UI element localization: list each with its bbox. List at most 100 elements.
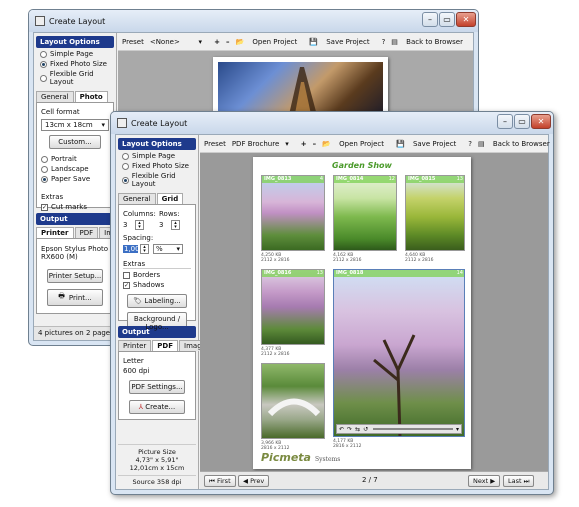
photo-thumbnail-selected[interactable]: IMG_0818 14 ↶ ↷ ⇆ ↺ ▾ (333, 269, 465, 437)
open-project-button[interactable]: 📂 Open Project (235, 38, 303, 46)
radio-landscape[interactable]: Landscape (41, 165, 109, 173)
radio-selected-icon (41, 175, 48, 183)
tab-printer[interactable]: Printer (118, 340, 152, 351)
rows-stepper[interactable]: ▴ ▾ (171, 220, 180, 230)
tab-general[interactable]: General (36, 91, 74, 102)
custom-button[interactable]: Custom... (49, 135, 101, 149)
page-title: Garden Show (332, 161, 392, 170)
radio-fixed-photo-size[interactable]: Fixed Photo Size (122, 162, 198, 170)
chevron-down-icon[interactable]: ▾ (456, 426, 459, 433)
photo-number: 13 (316, 270, 323, 276)
photo-edit-toolbar: ↶ ↷ ⇆ ↺ ▾ (336, 424, 462, 434)
preset-select[interactable]: PDF Brochure ▾ (232, 140, 295, 148)
next-page-button[interactable]: Next ▶ (468, 475, 501, 487)
last-page-icon: ⏭ (523, 477, 530, 485)
tab-general[interactable]: General (118, 193, 156, 204)
borders-checkbox[interactable]: Borders (123, 271, 191, 279)
picture-size-cm: 12,01cm x 15cm (129, 464, 185, 472)
radio-flexible-grid[interactable]: Flexible Grid Layout (122, 172, 198, 188)
cell-format-select[interactable]: 13cm x 18cm ▾ (41, 119, 109, 131)
radio-simple-page[interactable]: Simple Page (122, 152, 198, 160)
radio-icon (122, 152, 129, 160)
preset-select[interactable]: <None> ▾ (150, 38, 208, 46)
front-window-titlebar[interactable]: Create Layout – ▭ ✕ (111, 112, 553, 134)
photo-info: 4,177 KB 2816 x 2112 (333, 439, 362, 449)
spacing-unit-select[interactable]: % ▾ (153, 244, 183, 254)
save-icon: 💾 (309, 37, 318, 46)
add-preset-icon[interactable]: + (301, 140, 307, 148)
radio-fixed-photo-size[interactable]: Fixed Photo Size (40, 60, 116, 68)
back-window-title: Create Layout (49, 16, 106, 26)
maximize-button[interactable]: ▭ (514, 114, 530, 129)
tab-pdf[interactable]: PDF (152, 340, 179, 351)
tab-pdf[interactable]: PDF (74, 227, 99, 238)
label-icon: 🏷 (133, 297, 143, 305)
rotate-left-icon[interactable]: ↶ (339, 426, 344, 433)
photo-thumbnail[interactable]: IMG_0813 4 (261, 175, 325, 251)
picture-size-label: Picture Size (138, 448, 176, 456)
printer-setup-button[interactable]: Printer Setup... (47, 269, 103, 283)
photo-thumbnail[interactable]: IMG_0814 12 (333, 175, 397, 251)
remove-preset-icon[interactable]: – (226, 38, 230, 46)
radio-portrait[interactable]: Portrait (41, 155, 109, 163)
back-to-browser-button[interactable]: ▤ Back to Browser (391, 38, 469, 46)
add-preset-icon[interactable]: + (214, 38, 220, 46)
photo-thumbnail[interactable] (261, 363, 325, 439)
back-to-browser-button[interactable]: ▤ Back to Browser (478, 140, 553, 148)
columns-stepper[interactable]: ▴ ▾ (135, 220, 144, 230)
create-button[interactable]: ⅄ Create... (129, 400, 185, 414)
labeling-button[interactable]: 🏷 Labeling... (127, 294, 187, 308)
page-navigation-bar: ⏮ First ◀ Prev 2 / 7 Next ▶ Last ⏭ (200, 471, 548, 489)
help-icon[interactable]: ? (382, 38, 386, 46)
print-button[interactable]: 🖶 Print... (47, 289, 103, 306)
photo-label: IMG_0814 (334, 176, 396, 183)
remove-preset-icon[interactable]: – (313, 140, 317, 148)
close-button[interactable]: ✕ (531, 114, 551, 129)
app-icon (117, 118, 127, 128)
minimize-button[interactable]: – (422, 12, 438, 27)
photo-thumbnail[interactable]: IMG_0815 13 (405, 175, 465, 251)
first-page-icon: ⏮ (209, 477, 215, 485)
shadows-checkbox[interactable]: ✓ Shadows (123, 281, 191, 289)
undo-icon[interactable]: ↺ (363, 426, 368, 433)
zoom-slider[interactable] (373, 428, 453, 430)
open-project-button[interactable]: 📂 Open Project (322, 140, 390, 148)
picture-size-info: Picture Size 4,73" x 5,91" 12,01cm x 15c… (118, 444, 196, 486)
tab-printer[interactable]: Printer (36, 227, 74, 238)
pdf-icon: ⅄ (138, 403, 144, 411)
close-button[interactable]: ✕ (456, 12, 476, 27)
rows-input[interactable]: 3 (159, 221, 171, 229)
radio-flexible-grid[interactable]: Flexible Grid Layout (40, 70, 116, 86)
layout-options-heading: Layout Options (36, 36, 114, 48)
tab-photo[interactable]: Photo (74, 91, 108, 102)
last-page-button[interactable]: Last ⏭ (503, 475, 535, 487)
radio-paper-save[interactable]: Paper Save (41, 175, 109, 183)
first-page-button[interactable]: ⏮ First (204, 475, 236, 487)
cut-marks-checkbox[interactable]: ✓ Cut marks (41, 203, 109, 211)
save-project-button[interactable]: 💾 Save Project (396, 140, 462, 148)
folder-icon: 📂 (322, 139, 331, 148)
minimize-button[interactable]: – (497, 114, 513, 129)
save-project-button[interactable]: 💾 Save Project (309, 38, 375, 46)
tab-grid[interactable]: Grid (156, 193, 184, 204)
radio-simple-page[interactable]: Simple Page (40, 50, 116, 58)
back-window-titlebar[interactable]: Create Layout – ▭ ✕ (29, 10, 478, 32)
photo-thumbnail[interactable]: IMG_0816 13 (261, 269, 325, 345)
spacing-input[interactable]: 1,00 (123, 245, 140, 253)
flip-icon[interactable]: ⇆ (355, 426, 360, 433)
pdf-settings-button[interactable]: PDF Settings... (129, 380, 185, 394)
spacing-stepper[interactable]: ▴ ▾ (140, 244, 149, 254)
cell-format-label: Cell format (41, 108, 80, 116)
maximize-button[interactable]: ▭ (439, 12, 455, 27)
radio-icon (41, 155, 48, 163)
picmeta-logo: Picmeta Systems (261, 451, 341, 464)
front-left-panel: Layout Options Simple Page Fixed Photo S… (116, 135, 211, 489)
photo-info: 4,250 KB 2112 x 2816 (261, 253, 290, 263)
columns-input[interactable]: 3 (123, 221, 135, 229)
front-window: Create Layout – ▭ ✕ Layout Options Simpl… (110, 111, 554, 495)
photo-number: 4 (319, 176, 323, 182)
prev-page-button[interactable]: ◀ Prev (238, 475, 270, 487)
extras-label: Extras (123, 260, 191, 269)
rotate-right-icon[interactable]: ↷ (347, 426, 352, 433)
help-icon[interactable]: ? (468, 140, 472, 148)
